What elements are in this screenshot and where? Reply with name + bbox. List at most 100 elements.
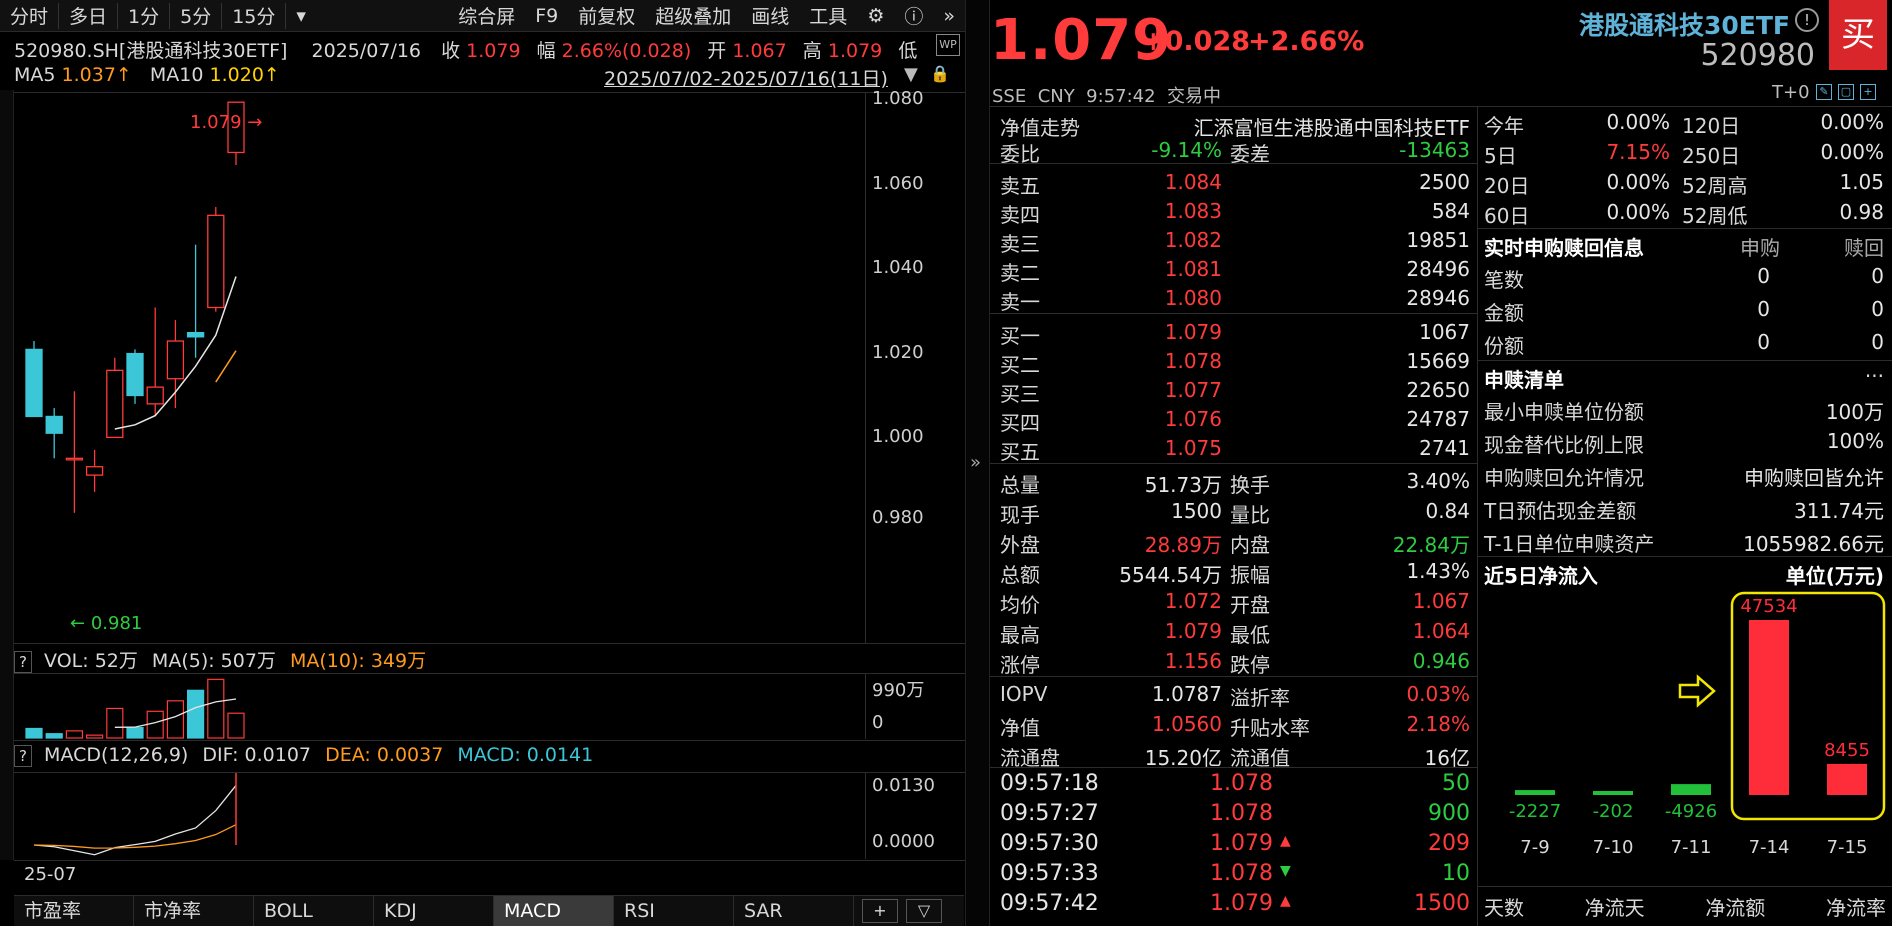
- help-icon[interactable]: ⓘ: [894, 2, 933, 29]
- macd-help-icon[interactable]: ?: [14, 745, 32, 767]
- ask-price[interactable]: 1.081: [1130, 257, 1222, 281]
- security-code: 520980: [1630, 38, 1815, 73]
- etf-stat-label: IOPV: [1000, 682, 1047, 706]
- volume-bar: [127, 728, 143, 738]
- info-icon[interactable]: !: [1795, 8, 1819, 32]
- ask-price[interactable]: 1.084: [1130, 170, 1222, 194]
- tab-fenshi[interactable]: 分时: [0, 2, 58, 29]
- quote-info-line: 520980.SH[港股通科技30ETF] 2025/07/16 收 1.079…: [14, 36, 917, 63]
- footer-net-rate[interactable]: 净流率: [1826, 892, 1886, 921]
- stat-label: 最高: [1000, 619, 1040, 648]
- tab-sar[interactable]: SAR: [734, 896, 854, 926]
- footer-days[interactable]: 天数: [1484, 892, 1524, 921]
- bid-volume: 2741: [1320, 436, 1470, 460]
- price-axis-tick: 1.040: [872, 257, 924, 278]
- draw-line-button[interactable]: 画线: [741, 2, 799, 29]
- forward-adjust-button[interactable]: 前复权: [568, 2, 645, 29]
- lock-icon[interactable]: 🔒: [930, 64, 950, 83]
- price-axis-tick: 1.000: [872, 426, 924, 447]
- macd-chart[interactable]: [14, 773, 865, 859]
- tab-pb[interactable]: 市净率: [134, 896, 254, 926]
- footer-net-days[interactable]: 净流天: [1585, 892, 1645, 921]
- perf-value: 0.98: [1780, 200, 1884, 224]
- period-dropdown-icon[interactable]: ▾: [286, 5, 316, 27]
- perf-value: 7.15%: [1580, 140, 1670, 164]
- ask-price[interactable]: 1.080: [1130, 286, 1222, 310]
- price-axis-tick: 1.020: [872, 342, 924, 363]
- bid-price[interactable]: 1.075: [1130, 436, 1222, 460]
- nav-trend-label[interactable]: 净值走势: [1000, 112, 1080, 141]
- vol-axis-bottom: 0: [872, 712, 883, 733]
- add-watch-icon[interactable]: +: [1860, 84, 1876, 100]
- high-label: 高: [803, 40, 822, 62]
- tick-time: 09:57:33: [1000, 861, 1099, 886]
- bid-volume: 24787: [1320, 407, 1470, 431]
- pointer-arrow-icon: [1680, 677, 1714, 705]
- security-name: 港股通科技30ETF: [1570, 6, 1790, 42]
- panel-divider[interactable]: »: [965, 0, 990, 926]
- add-indicator-icon[interactable]: +: [862, 899, 898, 923]
- price-axis-tick: 1.080: [872, 88, 924, 109]
- edit-icon[interactable]: ✎: [1816, 84, 1832, 100]
- ask-price[interactable]: 1.082: [1130, 228, 1222, 252]
- tab-macd[interactable]: MACD: [494, 896, 614, 926]
- kline-chart[interactable]: [14, 93, 865, 643]
- ask-level-label: 卖三: [1000, 228, 1040, 257]
- expand-arrow-icon[interactable]: »: [970, 452, 981, 473]
- price-change: +0.028: [1142, 26, 1250, 57]
- creation-row-label: 金额: [1484, 297, 1524, 326]
- vol-help-icon[interactable]: ?: [14, 651, 32, 673]
- window-icon[interactable]: ▢: [1838, 84, 1854, 100]
- date-range-selector[interactable]: 2025/07/02-2025/07/16(11日): [604, 64, 888, 91]
- tab-5min[interactable]: 5分: [170, 2, 221, 29]
- wp-icon[interactable]: WP: [936, 34, 960, 56]
- bid-level-label: 买一: [1000, 320, 1040, 349]
- f9-button[interactable]: F9: [525, 5, 568, 27]
- fund-full-name: 汇添富恒生港股通中国科技ETF: [1150, 112, 1470, 141]
- volume-bar: [228, 713, 244, 738]
- list-row-label: 申购赎回允许情况: [1484, 462, 1644, 491]
- left-sidebar[interactable]: [0, 90, 14, 860]
- bid-price[interactable]: 1.077: [1130, 378, 1222, 402]
- stat-value: 51.73万: [1100, 469, 1222, 498]
- tick-volume: 209: [1320, 831, 1470, 856]
- volume-chart[interactable]: [14, 674, 865, 739]
- stat-value: 28.89万: [1100, 529, 1222, 558]
- stat-value: 5544.54万: [1100, 559, 1222, 588]
- bid-price[interactable]: 1.079: [1130, 320, 1222, 344]
- tick-time: 09:57:27: [1000, 801, 1099, 826]
- bid-price[interactable]: 1.078: [1130, 349, 1222, 373]
- vol-ma10: MA(10): 349万: [290, 650, 426, 672]
- indicator-menu-icon[interactable]: ▽: [906, 899, 942, 923]
- range-dropdown-icon[interactable]: ▼: [904, 64, 918, 85]
- tab-kdj[interactable]: KDJ: [374, 896, 494, 926]
- etf-stat-label: 升贴水率: [1230, 712, 1310, 741]
- bid-price[interactable]: 1.076: [1130, 407, 1222, 431]
- ask-price[interactable]: 1.083: [1130, 199, 1222, 223]
- bid-level-label: 买五: [1000, 436, 1040, 465]
- tools-button[interactable]: 工具: [799, 2, 857, 29]
- composite-screen-button[interactable]: 综合屏: [448, 2, 525, 29]
- ma5-label: MA5: [14, 64, 55, 86]
- tab-boll[interactable]: BOLL: [254, 896, 374, 926]
- tab-rsi[interactable]: RSI: [614, 896, 734, 926]
- tab-duori[interactable]: 多日: [59, 2, 117, 29]
- settings-gear-icon[interactable]: ⚙: [857, 5, 894, 27]
- kline-panel: 分时 多日 1分 5分 15分 ▾ 综合屏 F9 前复权 超级叠加 画线 工具 …: [0, 0, 965, 926]
- perf-label: 20日: [1484, 170, 1529, 199]
- buy-button[interactable]: 买: [1829, 0, 1887, 70]
- list-title: 申赎清单: [1484, 364, 1564, 393]
- ma10-value: 1.020↑: [210, 64, 280, 86]
- footer-net-amount[interactable]: 净流额: [1705, 892, 1765, 921]
- tab-pe[interactable]: 市盈率: [14, 896, 134, 926]
- collapse-double-chevron-icon[interactable]: »: [933, 5, 965, 27]
- tab-1min[interactable]: 1分: [118, 2, 169, 29]
- list-more-icon[interactable]: ···: [1830, 364, 1884, 388]
- ma5-value: 1.037↑: [62, 64, 132, 86]
- creation-row-label: 份额: [1484, 330, 1524, 359]
- super-overlay-button[interactable]: 超级叠加: [645, 2, 741, 29]
- tab-15min[interactable]: 15分: [222, 2, 285, 29]
- volume-bar: [188, 690, 204, 738]
- creation-row-label: 笔数: [1484, 264, 1524, 293]
- creation-row-redeem: 0: [1810, 264, 1884, 288]
